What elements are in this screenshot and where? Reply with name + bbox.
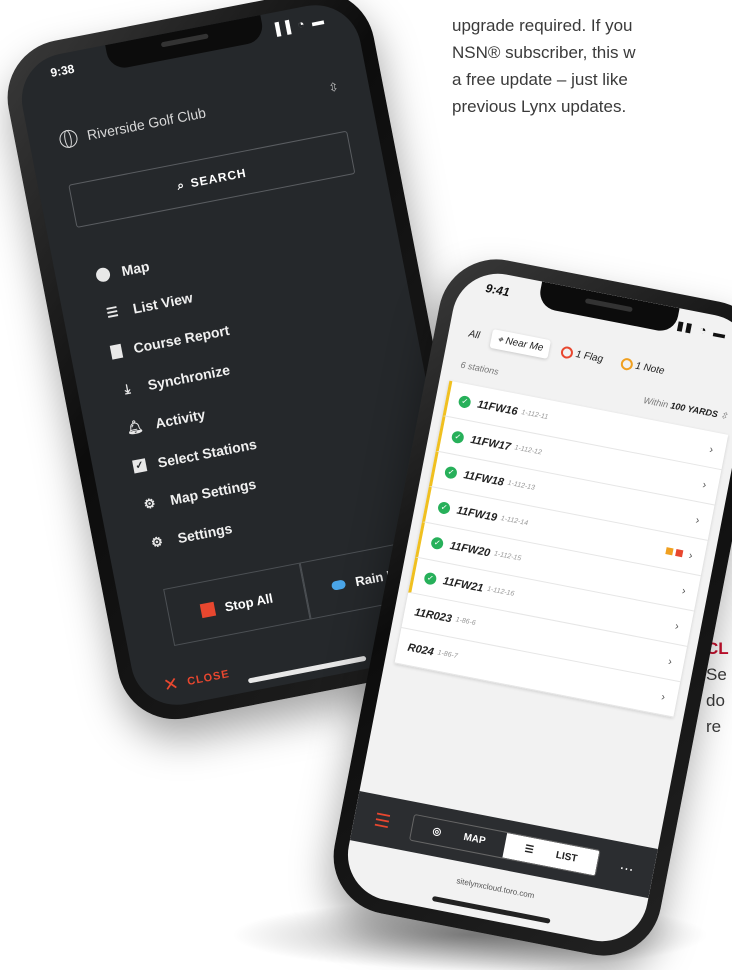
note-icon [665,546,674,555]
check-icon: ✓ [430,535,445,550]
filter-label: Near Me [504,335,545,354]
station-name: 11FW16 [476,398,519,418]
bell-icon: 🔔︎ [125,417,145,436]
station-name: 11FW21 [442,574,485,595]
button-label: Stop All [223,590,274,615]
tab-label: MAP [462,831,487,847]
tab-label: LIST [554,849,579,865]
hamburger-menu-icon[interactable]: ☰ [372,809,393,833]
club-name: Riverside Golf Club [85,104,208,144]
range-value: 100 YARDS [669,400,719,420]
chevron-right-icon: › [674,619,680,633]
phone-notch [105,14,266,71]
stop-all-button[interactable]: Stop All [163,562,311,647]
globe-icon [57,128,80,150]
station-name: 11R023 [413,605,453,625]
search-label: SEARCH [189,165,248,191]
close-button[interactable]: ✕ CLOSE [162,663,232,696]
paragraph-line: upgrade required. If you [452,16,633,35]
background-paragraph: upgrade required. If you NSN® subscriber… [452,12,732,120]
station-name: R024 [406,641,435,659]
paragraph-line: Se [706,665,727,684]
paragraph-line: a free update – just like [452,70,628,89]
filter-label: 1 Flag [574,348,605,366]
check-icon: ✓ [437,500,452,515]
station-id: 1-112-12 [513,444,543,457]
close-icon: ✕ [161,672,182,696]
check-icon: ✓ [443,465,459,480]
chevron-right-icon: › [694,513,701,527]
menu-label: Settings [176,519,234,546]
station-id: 1-112-16 [486,585,515,598]
filter-note[interactable]: 1 Note [613,352,672,382]
cloud-icon [330,578,347,591]
station-id: 1-86-7 [436,649,459,661]
menu-label: Map [120,257,151,279]
paragraph-line: NSN® subscriber, this w [452,43,636,62]
note-dot-icon [619,357,634,372]
station-id: 1-112-14 [500,515,529,528]
gear-icon: ⚙ [149,532,165,550]
signal-wifi-battery-icon: ▮▮ ◔ ▬ [675,318,729,342]
check-icon: ✓ [423,571,438,586]
filter-flag[interactable]: 1 Flag [553,340,611,370]
stop-icon [199,601,217,619]
menu-label: List View [131,288,194,317]
search-icon: ⌕ [175,177,187,193]
check-icon: ✓ [457,394,472,409]
flag-dot-icon [559,345,574,360]
list-icon: ☰ [105,303,120,321]
paragraph-line: re [706,717,722,736]
check-icon: ✓ [450,429,465,444]
document-icon [109,343,124,360]
flag-icon [675,548,684,557]
station-name: 11FW20 [448,539,492,559]
station-name: 11FW17 [469,433,512,453]
station-name: 11FW19 [455,504,499,524]
chevron-right-icon: › [708,443,715,456]
station-name: 11FW18 [462,468,505,489]
menu-label: Map Settings [168,475,258,508]
chevron-right-icon: › [667,655,674,668]
filter-label: 1 Note [634,360,666,378]
chevron-updown-icon: ⇳ [327,79,340,96]
checkbox-icon: ✓ [132,458,148,474]
map-tab[interactable]: ◎ MAP [411,815,508,857]
phone-notch [537,281,680,334]
nav-menu: Map ☰ List View Course Report ⤓ Synchroniz… [92,204,420,563]
station-id: 1-112-13 [507,479,536,492]
chevron-updown-icon: ⇳ [719,410,729,422]
map-icon [94,266,112,283]
download-icon: ⤓ [122,380,132,397]
filter-near-me[interactable]: ⌖ Near Me [489,328,552,359]
paragraph-line: do [706,691,725,710]
paragraph-line: previous Lynx updates. [452,97,627,116]
station-list: ✓ 11FW16 1-112-11 › ✓ 11FW17 1-112-12 › ✓ 11FW1… [394,380,729,718]
filter-all[interactable]: All [461,323,487,346]
stations-count: 6 stations [459,359,500,377]
more-icon[interactable]: ⋯ [618,859,635,878]
range-prefix: Within [642,395,670,410]
chevron-right-icon: › [660,690,667,703]
chevron-right-icon: › [680,584,687,597]
list-icon: ☰ [523,843,538,857]
station-id: 1-112-11 [520,409,549,422]
chevron-right-icon: › [687,549,694,562]
home-indicator [247,655,367,684]
range-selector[interactable]: Within 100 YARDS ⇳ [642,395,729,422]
pin-icon: ◎ [431,825,446,839]
list-tab[interactable]: ☰ LIST [502,832,600,875]
close-label: CLOSE [186,667,231,688]
chevron-right-icon: › [701,478,708,491]
status-flags [662,544,684,560]
menu-label: Synchronize [146,361,232,393]
gears-icon: ⚙ [142,494,157,512]
signal-wifi-battery-icon: ▐▐ ◔ ▬ [270,12,327,38]
station-id: 1-86-6 [454,616,477,628]
menu-label: Activity [153,405,207,431]
status-time: 9:38 [49,61,76,80]
status-time: 9:41 [484,281,511,300]
station-id: 1-112-15 [493,550,522,563]
